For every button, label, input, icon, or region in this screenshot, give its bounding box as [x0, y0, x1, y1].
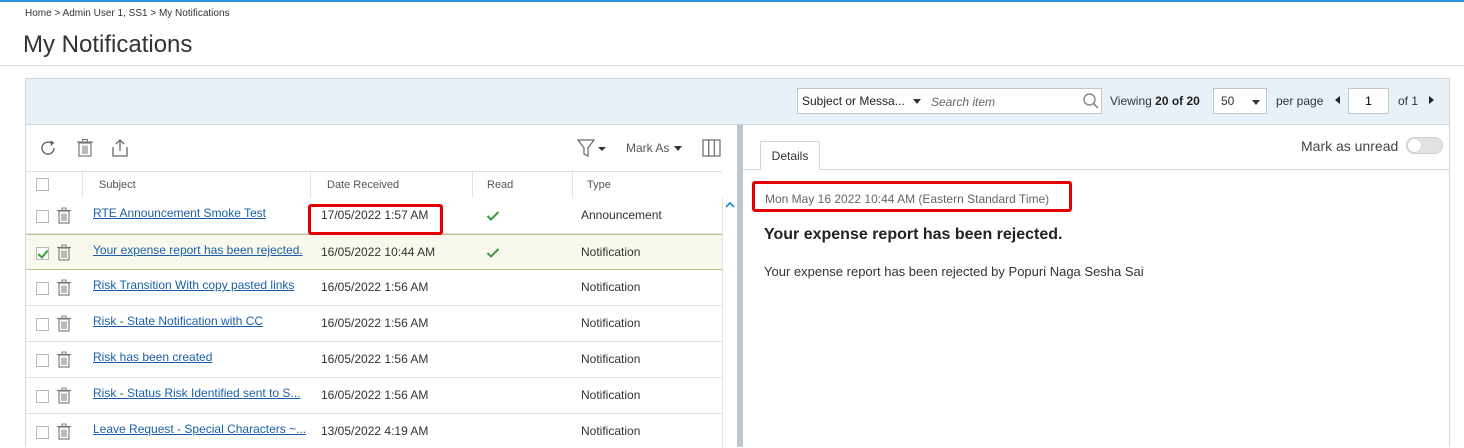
row-checkbox[interactable]: [36, 426, 49, 439]
trash-icon[interactable]: [56, 387, 72, 404]
trash-icon[interactable]: [56, 423, 72, 440]
chevron-down-icon: [1252, 100, 1260, 105]
export-icon[interactable]: [109, 137, 131, 159]
row-checkbox[interactable]: [36, 354, 49, 367]
details-pane: Details Mark as unread Mon May 16 2022 1…: [743, 125, 1449, 447]
notification-rows: RTE Announcement Smoke Test 17/05/2022 1:…: [26, 198, 722, 448]
search-filter-select[interactable]: Subject or Messa...: [798, 89, 924, 113]
row-date-received: 16/05/2022 1:56 AM: [321, 352, 429, 366]
search-filter-label: Subject or Messa...: [802, 94, 905, 108]
mark-unread-toggle[interactable]: [1406, 137, 1443, 154]
row-subject-link[interactable]: Risk - Status Risk Identified sent to S.…: [93, 386, 308, 400]
per-page-label: per page: [1276, 94, 1324, 108]
select-all-checkbox[interactable]: [36, 178, 49, 191]
row-subject-link[interactable]: RTE Announcement Smoke Test: [93, 206, 308, 220]
next-page-icon[interactable]: [1429, 96, 1434, 104]
search-input[interactable]: [929, 91, 1083, 113]
columns-icon[interactable]: [701, 137, 723, 159]
read-check-icon: [486, 209, 500, 221]
row-subject-link[interactable]: Risk has been created: [93, 350, 308, 364]
row-subject-link[interactable]: Risk - State Notification with CC: [93, 314, 308, 328]
table-row[interactable]: RTE Announcement Smoke Test 17/05/2022 1:…: [26, 198, 722, 234]
page-number-input[interactable]: [1348, 88, 1389, 114]
detail-subject: Your expense report has been rejected.: [764, 226, 1063, 243]
trash-icon[interactable]: [56, 315, 72, 332]
column-header-read[interactable]: Read: [472, 172, 572, 198]
table-row[interactable]: Risk has been created 16/05/2022 1:56 AM N…: [26, 342, 722, 378]
trash-icon[interactable]: [56, 244, 72, 261]
mark-unread-label: Mark as unread: [1301, 138, 1399, 154]
viewing-range: 20 of 20: [1155, 94, 1200, 108]
row-type: Notification: [581, 388, 641, 402]
previous-page-icon[interactable]: [1335, 96, 1340, 104]
list-toolbar: Mark As: [26, 125, 737, 171]
per-page-select[interactable]: 50: [1213, 88, 1267, 114]
row-subject-link[interactable]: Leave Request - Special Characters ~...: [93, 422, 308, 436]
panel-header: Subject or Messa... Viewing 20 of 20 50 …: [26, 79, 1449, 125]
row-type: Notification: [581, 316, 641, 330]
row-subject-link[interactable]: Risk Transition With copy pasted links: [93, 278, 308, 292]
row-date-received: 13/05/2022 4:19 AM: [321, 424, 429, 438]
header-divider: [0, 65, 1464, 66]
trash-icon[interactable]: [56, 207, 72, 224]
row-date-received: 16/05/2022 1:56 AM: [321, 280, 429, 294]
row-type: Notification: [581, 280, 641, 294]
row-type: Notification: [581, 352, 641, 366]
table-row[interactable]: Risk - Status Risk Identified sent to S.…: [26, 378, 722, 414]
mark-as-label: Mark As: [626, 141, 670, 155]
viewing-prefix: Viewing: [1110, 94, 1152, 108]
table-row[interactable]: Risk - State Notification with CC 16/05/2…: [26, 306, 722, 342]
chevron-down-icon: [913, 99, 921, 104]
tab-details[interactable]: Details: [760, 141, 820, 170]
filter-icon[interactable]: [576, 137, 608, 159]
column-header-type[interactable]: Type: [572, 172, 722, 198]
notifications-panel: Subject or Messa... Viewing 20 of 20 50 …: [25, 78, 1450, 448]
row-date-received: 16/05/2022 1:56 AM: [321, 388, 429, 402]
row-date-received: 16/05/2022 1:56 AM: [321, 316, 429, 330]
row-type: Notification: [581, 424, 641, 438]
column-header-subject[interactable]: Subject: [82, 172, 310, 198]
page-count: of 1: [1398, 94, 1419, 108]
table-row[interactable]: Risk Transition With copy pasted links 16…: [26, 270, 722, 306]
list-scrollbar[interactable]: [722, 198, 738, 448]
select-all-cell: [26, 172, 82, 198]
row-checkbox[interactable]: [36, 318, 49, 331]
table-row[interactable]: Leave Request - Special Characters ~... 1…: [26, 414, 722, 448]
table-header: Subject Date Received Read Type: [26, 171, 722, 199]
trash-icon[interactable]: [56, 279, 72, 296]
trash-icon[interactable]: [74, 137, 96, 159]
detail-date: Mon May 16 2022 10:44 AM (Eastern Standa…: [765, 192, 1050, 206]
row-checkbox[interactable]: [36, 390, 49, 403]
refresh-icon[interactable]: [37, 137, 59, 159]
notification-list-pane: Mark As Subject Date Received Read Type …: [26, 125, 738, 448]
column-header-date-received[interactable]: Date Received: [310, 172, 472, 198]
breadcrumb[interactable]: Home > Admin User 1, SS1 > My Notificati…: [25, 8, 230, 19]
row-date-received: 17/05/2022 1:57 AM: [321, 208, 429, 222]
per-page-value: 50: [1221, 94, 1235, 108]
row-type: Notification: [581, 245, 641, 259]
search-group: Subject or Messa...: [797, 88, 1102, 114]
chevron-down-icon: [674, 146, 683, 152]
trash-icon[interactable]: [56, 351, 72, 368]
search-icon[interactable]: [1082, 92, 1100, 110]
table-row[interactable]: Your expense report has been rejected. 16…: [26, 234, 722, 270]
toggle-knob: [1408, 139, 1421, 152]
page-title: My Notifications: [23, 31, 193, 58]
row-checkbox[interactable]: [36, 210, 49, 223]
row-date-received: 16/05/2022 10:44 AM: [321, 245, 436, 259]
row-checkbox[interactable]: [36, 247, 49, 260]
row-subject-link[interactable]: Your expense report has been rejected.: [93, 243, 308, 257]
detail-body: Your expense report has been rejected by…: [764, 264, 1144, 279]
viewing-count: Viewing 20 of 20: [1110, 94, 1200, 108]
mark-as-dropdown[interactable]: Mark As: [626, 141, 683, 155]
scroll-up-icon[interactable]: [725, 202, 735, 208]
row-type: Announcement: [581, 208, 662, 222]
tab-divider: [743, 169, 1449, 170]
read-check-icon: [486, 246, 500, 258]
row-checkbox[interactable]: [36, 282, 49, 295]
top-accent-bar: [0, 0, 1464, 2]
